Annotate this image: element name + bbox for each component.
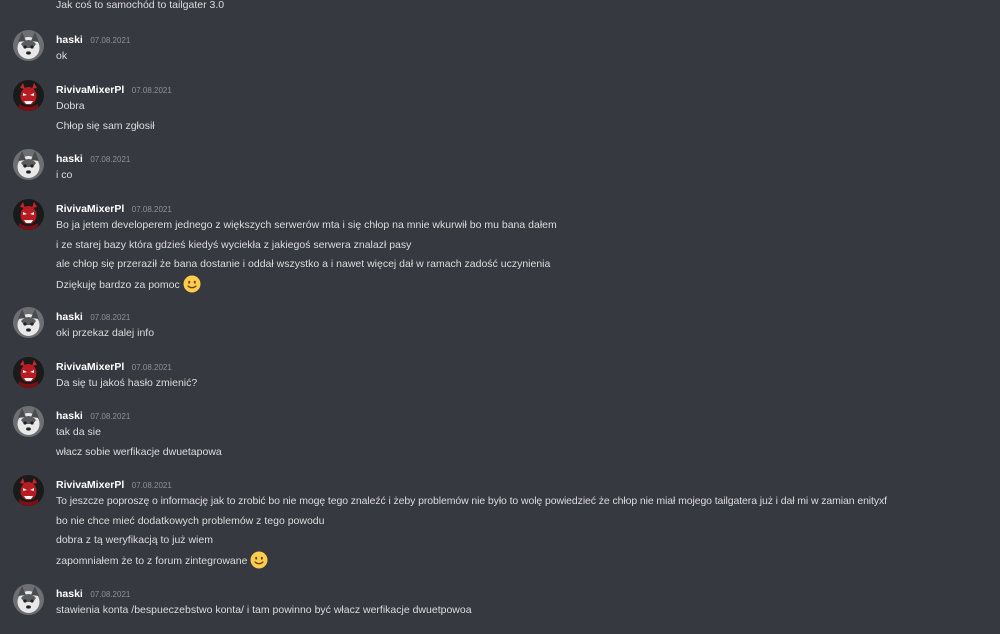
message-timestamp: 07.08.2021 [131, 481, 172, 490]
husky-dog-icon [13, 149, 44, 180]
message-line: Dobra [56, 100, 85, 112]
message-line: stawienia konta /bespueczebstwo konta/ i… [56, 604, 472, 616]
message-timestamp: 07.08.2021 [90, 155, 131, 164]
message-timestamp: 07.08.2021 [131, 205, 172, 214]
message-timestamp: 07.08.2021 [90, 313, 131, 322]
avatar[interactable] [13, 475, 44, 506]
message-line: Da się tu jakoś hasło zmienić? [56, 377, 198, 389]
username[interactable]: haski [56, 153, 83, 165]
message-line: bo nie chce mieć dodatkowych problemów z… [56, 514, 325, 527]
message-line: włacz sobie werfikacje dwuetapowa [56, 445, 222, 458]
slightly-smiling-face-icon [183, 275, 201, 293]
message-line: ok [56, 50, 68, 62]
message-line: ale chłop się przeraził że bana dostanie… [56, 258, 551, 271]
avatar[interactable] [13, 406, 44, 437]
username[interactable]: RivivaMixerPl [56, 203, 124, 215]
red-demon-icon [13, 199, 44, 230]
message-line: Dziękuję bardzo za pomoc [56, 275, 557, 295]
message-timestamp: 07.08.2021 [131, 363, 172, 372]
husky-dog-icon [13, 30, 44, 61]
message-line: To jeszcze poproszę o informację jak to … [56, 495, 887, 507]
message-timestamp: 07.08.2021 [131, 86, 172, 95]
message-line-text: zapomniałem że to z forum zintegrowane [56, 554, 248, 567]
message-line: Jak coś to samochód to tailgater 3.0 [56, 0, 225, 11]
username[interactable]: haski [56, 588, 83, 600]
message-line: i ze starej bazy która gdzieś kiedyś wyc… [56, 238, 412, 251]
avatar[interactable] [13, 307, 44, 338]
message-line: tak da sie [56, 426, 101, 438]
username[interactable]: haski [56, 34, 83, 46]
avatar[interactable] [13, 199, 44, 230]
avatar[interactable] [13, 30, 44, 61]
username[interactable]: RivivaMixerPl [56, 84, 124, 96]
avatar[interactable] [13, 357, 44, 388]
chat-message-list[interactable]: Jak coś to samochód to tailgater 3.0 has… [0, 0, 1000, 634]
husky-dog-icon [13, 584, 44, 615]
red-demon-icon [13, 475, 44, 506]
username[interactable]: haski [56, 410, 83, 422]
username[interactable]: RivivaMixerPl [56, 479, 124, 491]
message-timestamp: 07.08.2021 [90, 412, 131, 421]
message-line-text: Dziękuję bardzo za pomoc [56, 278, 180, 291]
slightly-smiling-face-icon [250, 551, 268, 569]
husky-dog-icon [13, 406, 44, 437]
message-timestamp: 07.08.2021 [90, 590, 131, 599]
avatar[interactable] [13, 584, 44, 615]
husky-dog-icon [13, 307, 44, 338]
avatar[interactable] [13, 149, 44, 180]
red-demon-icon [13, 80, 44, 111]
message-line: Chłop się sam zgłosił [56, 119, 155, 132]
message-line: i co [56, 169, 73, 181]
username[interactable]: haski [56, 311, 83, 323]
message-timestamp: 07.08.2021 [90, 36, 131, 45]
message-line: oki przekaz dalej info [56, 327, 155, 339]
avatar[interactable] [13, 80, 44, 111]
red-demon-icon [13, 357, 44, 388]
username[interactable]: RivivaMixerPl [56, 361, 124, 373]
message-line: zapomniałem że to z forum zintegrowane [56, 551, 887, 571]
message-line: dobra z tą weryfikacją to już wiem [56, 534, 213, 547]
message-line: Bo ja jetem developerem jednego z większ… [56, 219, 557, 231]
